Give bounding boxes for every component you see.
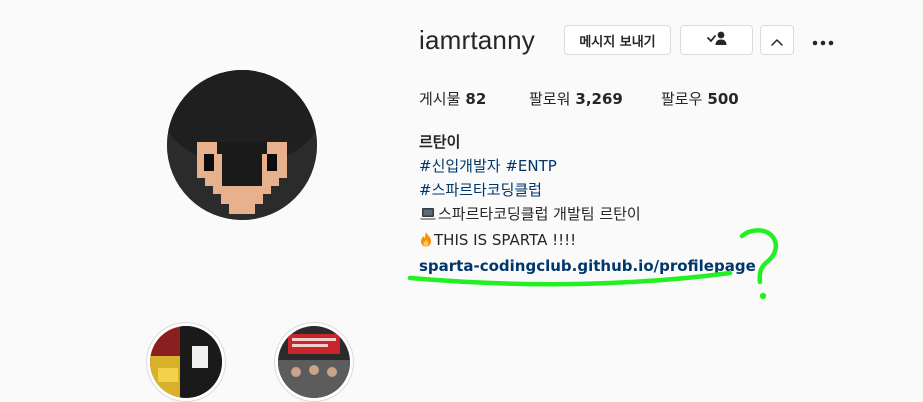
bio-line-4: THIS IS SPARTA !!!! <box>419 228 756 254</box>
bio-line-3-text: 스파르타코딩클럽 개발팀 르탄이 <box>438 205 641 223</box>
profile-full-name: 르탄이 <box>419 133 461 151</box>
posts-label: 게시물 <box>419 90 461 108</box>
story-highlight-2[interactable] <box>274 322 354 402</box>
laptop-emoji-icon <box>419 204 437 228</box>
posts-count: 82 <box>465 90 487 108</box>
profile-username: iamrtanny <box>419 25 535 55</box>
followers-count: 3,269 <box>575 90 623 108</box>
bio-hashtags-line-1[interactable]: #신입개발자 #ENTP <box>419 154 756 178</box>
fire-emoji-icon <box>419 230 433 254</box>
avatar-image <box>167 70 317 220</box>
bio-hashtags-line-2[interactable]: #스파르타코딩클럽 <box>419 178 756 202</box>
profile-bio: 르탄이 #신입개발자 #ENTP #스파르타코딩클럽 스파르타코딩클럽 개발팀 … <box>419 130 756 278</box>
profile-avatar[interactable] <box>167 70 317 220</box>
person-check-icon <box>706 30 728 50</box>
send-message-label: 메시지 보내기 <box>579 34 656 50</box>
followers-label: 팔로워 <box>529 90 571 108</box>
following-stat[interactable]: 팔로우 500 <box>661 88 739 109</box>
story-highlight-1-image <box>150 326 222 398</box>
bio-line-3: 스파르타코딩클럽 개발팀 르탄이 <box>419 202 756 228</box>
send-message-button[interactable]: 메시지 보내기 <box>564 25 671 55</box>
following-label: 팔로우 <box>661 90 703 108</box>
suggested-accounts-toggle[interactable] <box>760 25 794 55</box>
bio-line-4-text: THIS IS SPARTA !!!! <box>434 231 577 249</box>
followers-stat[interactable]: 팔로워 3,269 <box>529 88 623 109</box>
more-options-button[interactable] <box>810 30 836 50</box>
following-status-button[interactable] <box>680 25 753 55</box>
story-highlight-1[interactable] <box>146 322 226 402</box>
bio-link-line[interactable]: sparta-codingclub.github.io/profilepage <box>419 254 756 278</box>
story-highlight-2-image <box>278 326 350 398</box>
following-count: 500 <box>707 90 739 108</box>
chevron-up-icon <box>771 31 783 50</box>
more-horizontal-icon <box>812 31 834 50</box>
posts-stat: 게시물 82 <box>419 88 486 109</box>
profile-external-link[interactable]: sparta-codingclub.github.io/profilepage <box>419 257 756 275</box>
